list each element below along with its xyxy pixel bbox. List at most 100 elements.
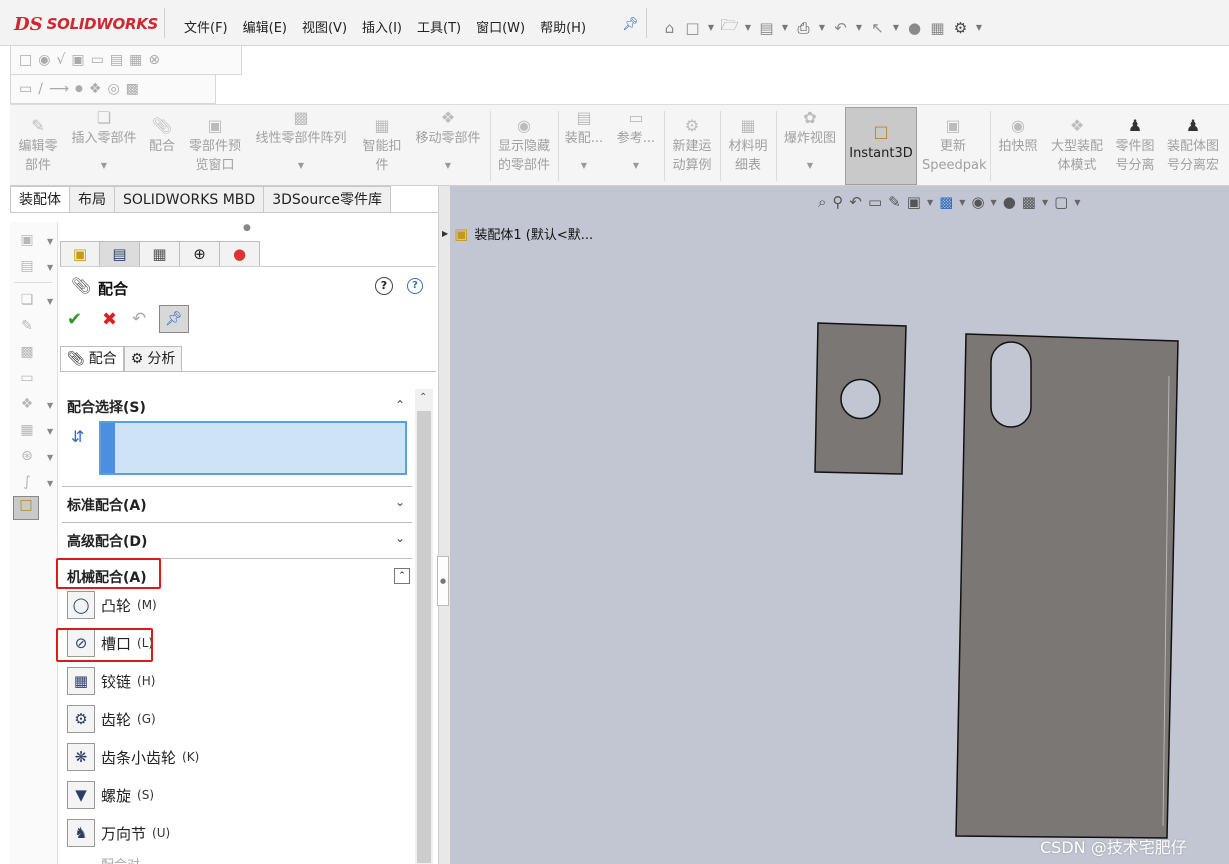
menu-view[interactable]: 视图(V) (302, 17, 347, 36)
move-part-button[interactable]: ❖ 移动零部件 ▼ (412, 107, 484, 175)
insert-component-icon[interactable]: ▣ (16, 232, 38, 252)
help-icon[interactable]: ? (407, 278, 423, 294)
mate-selection-list[interactable] (99, 421, 407, 475)
property-manager-tab[interactable]: ▤ (100, 241, 140, 267)
tab-layout[interactable]: 布局 (70, 186, 115, 213)
part-plate-with-slot[interactable] (955, 333, 1179, 839)
tolerance-icon[interactable]: ▤ (110, 52, 123, 68)
mate-screw[interactable]: ▼ 螺旋 (S) (67, 780, 154, 810)
menu-tools[interactable]: 工具(T) (417, 17, 461, 36)
mate-selection-header[interactable]: 配合选择(S) (67, 397, 146, 417)
graphics-area[interactable]: ⌕ ⚲ ↶ ▭ ✎ ▣ ▼ ▩ ▼ ◉ ▼ ● ▩ ▼ ▢ ▼ ▶ ▣ 装配体1… (442, 186, 1229, 864)
save-icon[interactable]: ▤ (757, 19, 776, 37)
solidworks-logo[interactable]: DS SOLIDWORKS (14, 9, 164, 39)
part-plate-with-hole[interactable] (814, 322, 907, 475)
coordinate-system-icon[interactable]: ⟶ (49, 81, 69, 97)
tab-assembly[interactable]: 装配体 (10, 186, 70, 213)
keep-visible-pin-button[interactable]: 📌︎ (159, 305, 189, 333)
chevron-down-icon[interactable]: ▼ (47, 401, 53, 410)
surface-finish-icon[interactable]: √ (56, 52, 65, 68)
mate-rack-pinion[interactable]: ❋ 齿条小齿轮 (K) (67, 742, 199, 772)
update-speedpak-button[interactable]: ▣ 更新 Speedpak (922, 115, 987, 175)
large-assembly-mode-button[interactable]: ❖ 大型装配 体模式 (1046, 115, 1108, 175)
ok-checkmark-button[interactable]: ✔ (67, 309, 82, 330)
chevron-down-icon[interactable]: ▼ (47, 453, 53, 462)
move-component-icon[interactable]: ❖ (16, 396, 38, 416)
cancel-x-button[interactable]: ✖ (102, 309, 117, 330)
axis-icon[interactable]: ∕ (38, 81, 43, 97)
mate-hinge[interactable]: ▦ 铰链 (H) (67, 666, 155, 696)
new-motion-study-button[interactable]: ⚙ 新建运 动算例 (668, 115, 716, 175)
bounding-box-icon[interactable]: ▩ (126, 81, 139, 97)
datum-icon[interactable]: ▭ (91, 52, 104, 68)
scrollbar-thumb[interactable] (417, 411, 431, 863)
chevron-up-icon[interactable]: ⌃ (394, 568, 410, 584)
instant3d-ruler-icon[interactable]: □ (13, 496, 39, 520)
expand-arrow-icon[interactable]: ▶ (442, 229, 448, 238)
chevron-down-icon[interactable]: ▼ (250, 156, 352, 175)
chevron-down-icon[interactable]: ⌄ (395, 531, 405, 545)
smart-fastener-button[interactable]: ▦ 智能扣 件 (358, 115, 406, 175)
menu-help[interactable]: 帮助(H) (540, 17, 586, 36)
linear-pattern-button[interactable]: ▩ 线性零部件阵列 ▼ (250, 107, 352, 175)
table-icon[interactable]: ▦ (129, 52, 142, 68)
feature-manager-tab[interactable]: ▣ (60, 241, 100, 267)
chevron-down-icon[interactable]: ▼ (47, 427, 53, 436)
scroll-up-arrow-icon[interactable]: ⌃ (419, 392, 427, 403)
options-gear-icon[interactable]: ⚙ (951, 19, 970, 37)
chevron-down-icon[interactable]: ▼ (891, 23, 901, 32)
chevron-down-icon[interactable]: ▼ (47, 297, 53, 306)
dimxpert-manager-tab[interactable]: ⊕ (180, 241, 220, 267)
open-folder-icon[interactable]: 🗁︎ (720, 15, 739, 40)
home-icon[interactable]: ⌂ (660, 19, 679, 37)
whats-wrong-help-icon[interactable]: ? (375, 277, 393, 295)
chevron-down-icon[interactable]: ⌄ (395, 495, 405, 509)
menu-edit[interactable]: 编辑(E) (243, 17, 287, 36)
mate-universal-joint[interactable]: ♞ 万向节 (U) (67, 818, 170, 848)
chevron-down-icon[interactable]: ▼ (562, 156, 606, 175)
point-icon[interactable]: ● (75, 84, 83, 94)
chevron-down-icon[interactable]: ▼ (47, 479, 53, 488)
hole-callout-icon[interactable]: ⊗ (148, 52, 160, 68)
note-icon[interactable]: □ (19, 52, 32, 68)
part-icon[interactable]: ▩ (16, 344, 38, 364)
select-cursor-icon[interactable]: ↖ (868, 19, 887, 37)
reference-icon[interactable]: ⊛ (16, 448, 38, 468)
assembly-drawing-split-button[interactable]: ♟ 装配体图 号分离宏 (1162, 115, 1224, 175)
chevron-down-icon[interactable]: ▼ (854, 23, 864, 32)
menu-window[interactable]: 窗口(W) (476, 17, 525, 36)
mate-reference-icon[interactable]: ❖ (89, 81, 102, 97)
assembly-features-button[interactable]: ▤ 装配... ▼ (562, 107, 606, 175)
pin-menu-icon[interactable]: 📌︎ (622, 17, 639, 32)
menu-insert[interactable]: 插入(I) (362, 17, 402, 36)
insert-part-button[interactable]: ❏ 插入零部件 ▼ (68, 107, 140, 175)
panel-splitter[interactable] (438, 186, 450, 864)
balloon-icon[interactable]: ◉ (38, 52, 50, 68)
undo-icon[interactable]: ↶ (132, 309, 146, 329)
tab-analysis[interactable]: ⚙ 分析 (123, 346, 183, 372)
chevron-down-icon[interactable]: ▼ (47, 263, 53, 272)
mate-gear[interactable]: ⚙ 齿轮 (G) (67, 704, 156, 734)
curve-icon[interactable]: ∫ (16, 474, 38, 494)
instant3d-button[interactable]: □ Instant3D (845, 107, 917, 185)
plane-icon[interactable]: ▭ (19, 81, 32, 97)
tab-solidworks-mbd[interactable]: SOLIDWORKS MBD (115, 186, 265, 213)
reference-geometry-button[interactable]: ▭ 参考... ▼ (614, 107, 658, 175)
property-manager-scrollbar[interactable]: ⌃ (415, 389, 433, 864)
standard-mates-header[interactable]: 标准配合(A) (67, 495, 147, 515)
panel-drag-handle[interactable]: ● (243, 223, 251, 233)
chevron-down-icon[interactable]: ▼ (47, 237, 53, 246)
chevron-down-icon[interactable]: ▼ (780, 23, 790, 32)
undo-icon[interactable]: ↶ (831, 19, 850, 37)
take-snapshot-button[interactable]: ◉ 拍快照 (994, 115, 1042, 156)
edit-part-button[interactable]: ✎ 编辑零 部件 (16, 115, 60, 175)
tab-3dsource-library[interactable]: 3DSource零件库 (264, 186, 391, 213)
tab-mates[interactable]: 📎︎ 配合 (60, 346, 124, 372)
show-hidden-button[interactable]: ◉ 显示隐藏 的零部件 (494, 115, 554, 175)
chevron-down-icon[interactable]: ▼ (706, 23, 716, 32)
component-icon[interactable]: ❏ (16, 292, 38, 312)
file-properties-icon[interactable]: ▦ (928, 19, 947, 37)
chevron-down-icon[interactable]: ▼ (412, 156, 484, 175)
chevron-down-icon[interactable]: ▼ (68, 156, 140, 175)
configuration-manager-tab[interactable]: ▦ (140, 241, 180, 267)
